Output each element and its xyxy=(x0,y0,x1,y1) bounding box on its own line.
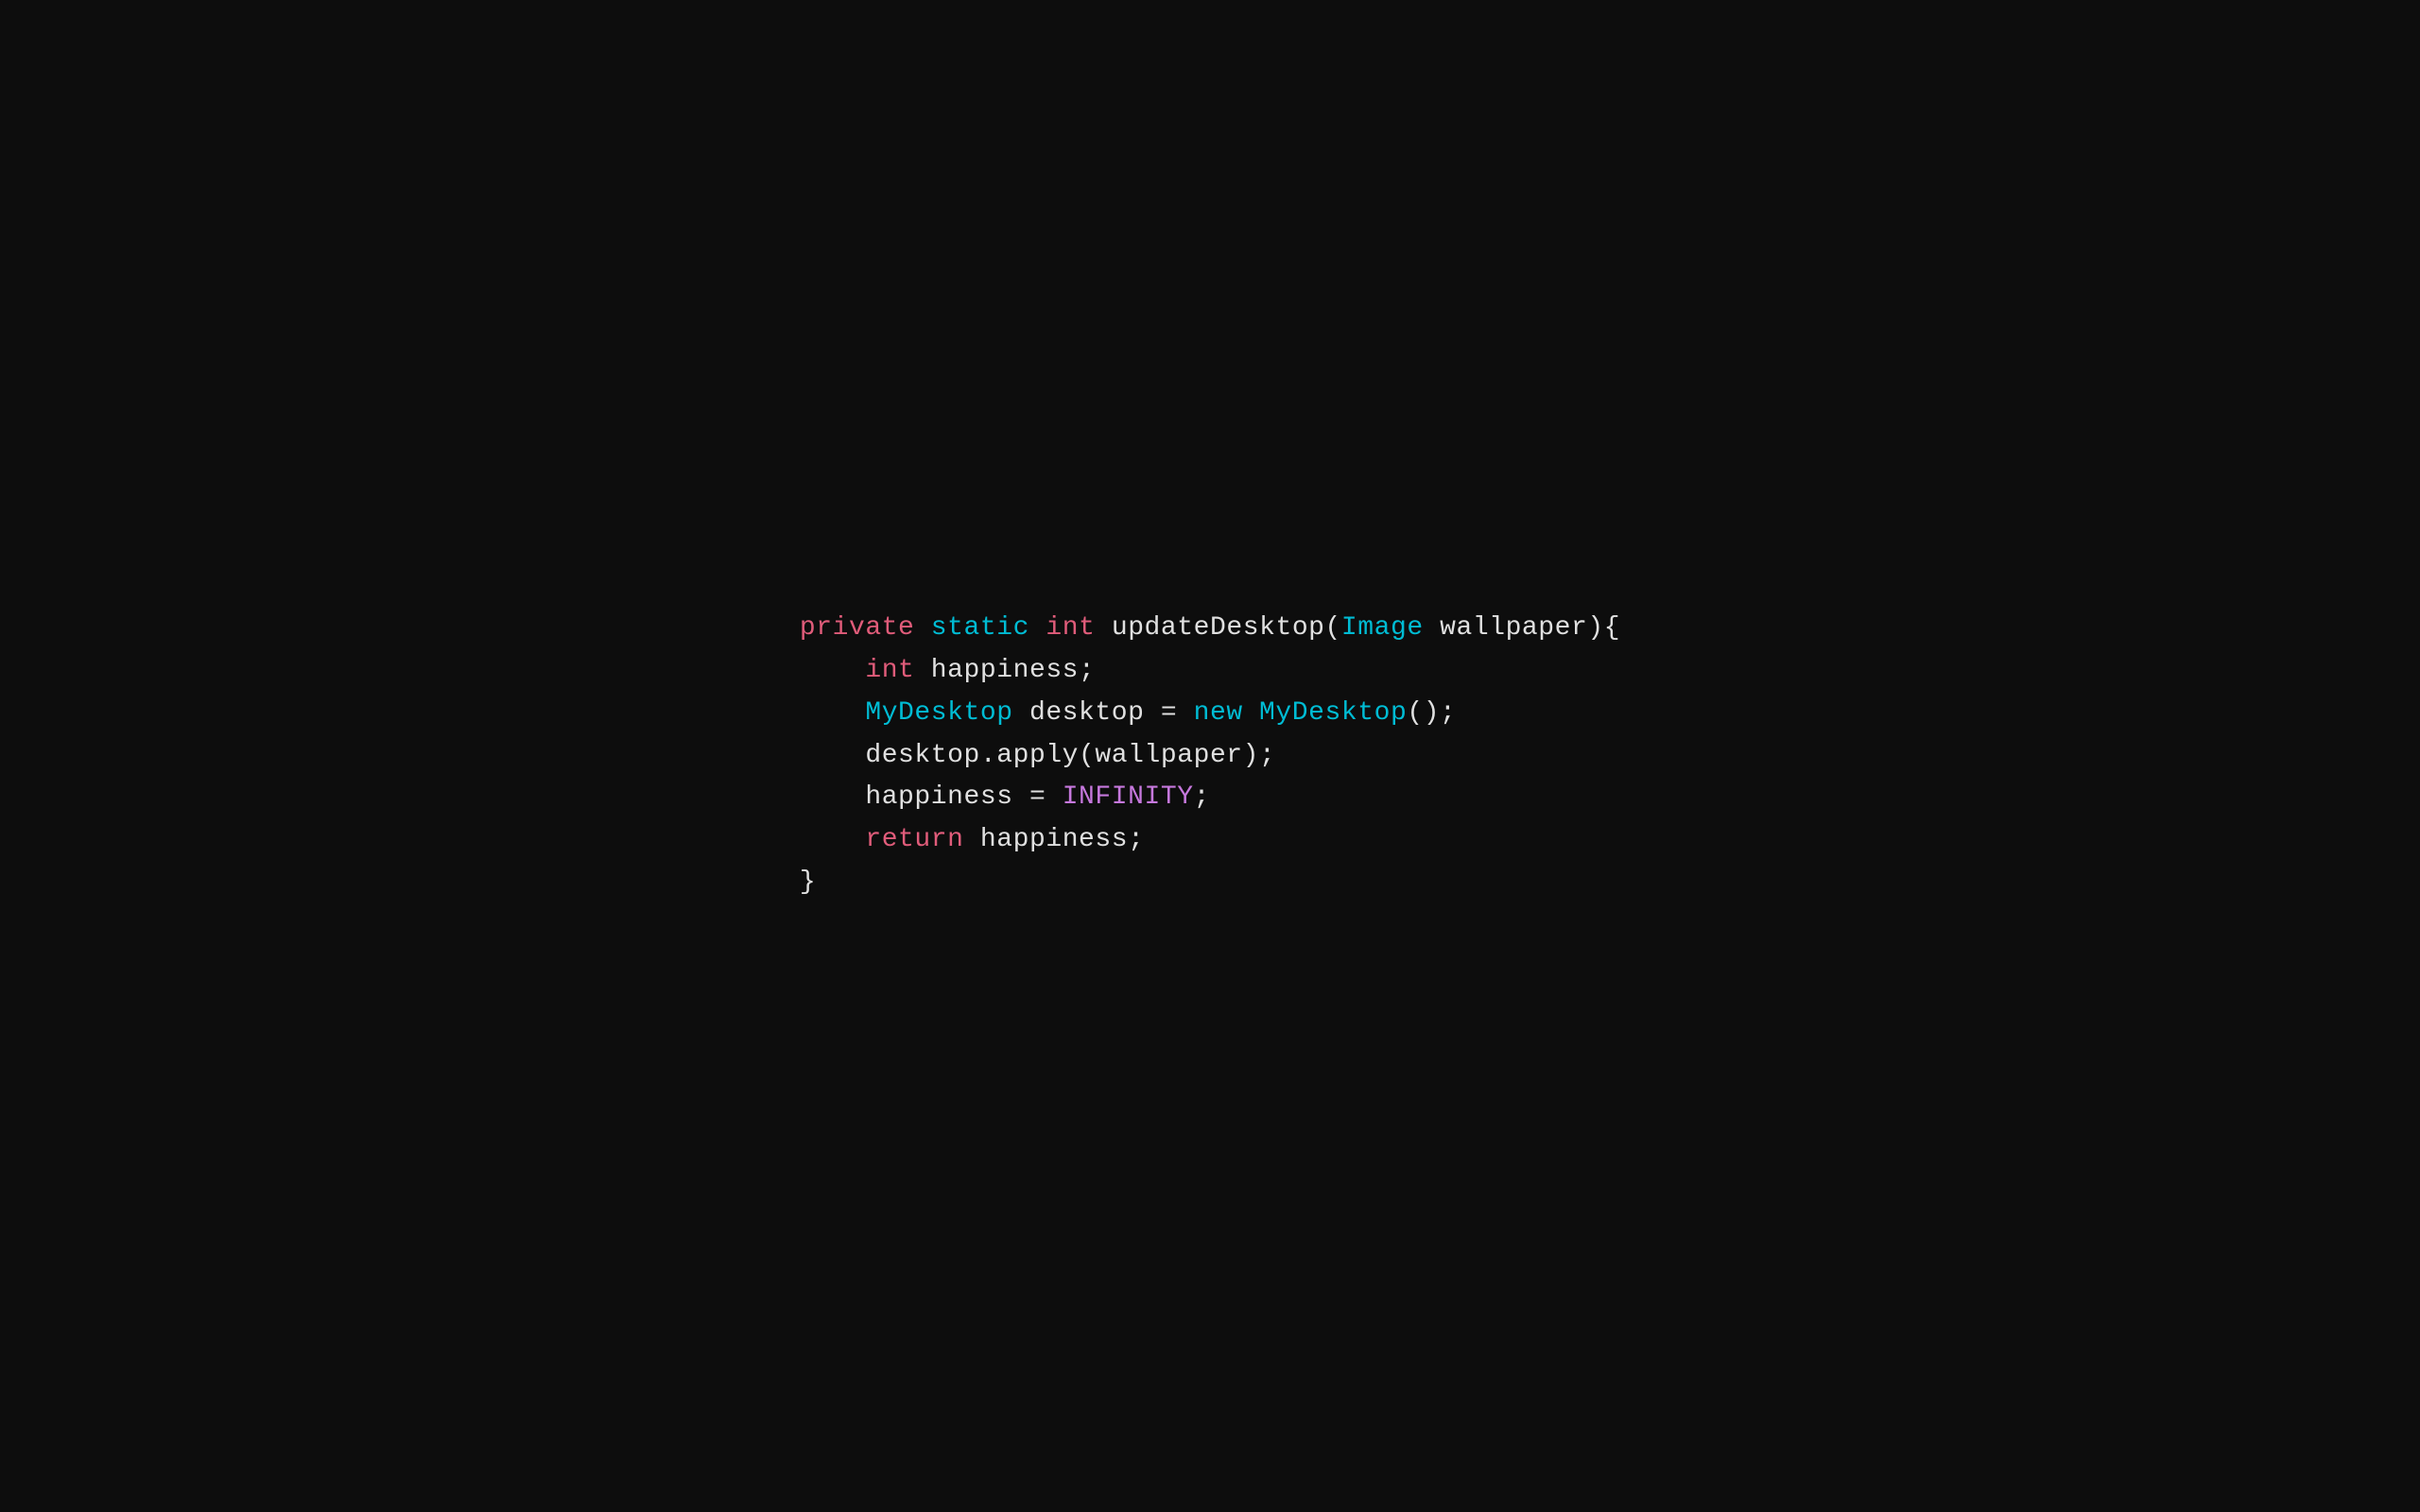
line5-text1: happiness = xyxy=(865,782,1062,812)
type-image: Image xyxy=(1341,613,1424,643)
closing-brace: } xyxy=(800,868,816,897)
keyword-int-2: int xyxy=(865,656,914,685)
rest-1: wallpaper){ xyxy=(1424,613,1620,643)
constant-infinity: INFINITY xyxy=(1063,782,1194,812)
code-line-5: happiness = INFINITY; xyxy=(800,777,1620,819)
code-line-7: } xyxy=(800,862,1620,904)
code-line-2: int happiness; xyxy=(800,650,1620,693)
space-1 xyxy=(914,613,930,643)
indent-4a xyxy=(800,741,865,770)
keyword-static: static xyxy=(931,613,1029,643)
indent-2a xyxy=(800,656,865,685)
keyword-return: return xyxy=(865,825,963,854)
rest-3b: (); xyxy=(1407,698,1456,728)
rest-2: happiness; xyxy=(914,656,1095,685)
type-mydesktop-2: MyDesktop xyxy=(1243,698,1408,728)
line4-text: desktop.apply(wallpaper); xyxy=(865,741,1275,770)
code-line-6: return happiness; xyxy=(800,819,1620,862)
space-3 xyxy=(1095,613,1111,643)
line5-text2: ; xyxy=(1194,782,1210,812)
code-line-3: MyDesktop desktop = new MyDesktop(); xyxy=(800,693,1620,735)
indent-3a xyxy=(800,698,865,728)
rest-6: happiness; xyxy=(964,825,1145,854)
type-mydesktop-1: MyDesktop xyxy=(865,698,1012,728)
rest-3a: desktop = xyxy=(1013,698,1194,728)
space-2 xyxy=(1029,613,1046,643)
indent-6a xyxy=(800,825,865,854)
method-name: updateDesktop( xyxy=(1112,613,1341,643)
keyword-int-1: int xyxy=(1046,613,1095,643)
indent-5a xyxy=(800,782,865,812)
code-display: private static int updateDesktop(Image w… xyxy=(800,608,1620,904)
keyword-new: new xyxy=(1194,698,1243,728)
code-line-4: desktop.apply(wallpaper); xyxy=(800,735,1620,778)
keyword-private: private xyxy=(800,613,915,643)
code-line-1: private static int updateDesktop(Image w… xyxy=(800,608,1620,650)
